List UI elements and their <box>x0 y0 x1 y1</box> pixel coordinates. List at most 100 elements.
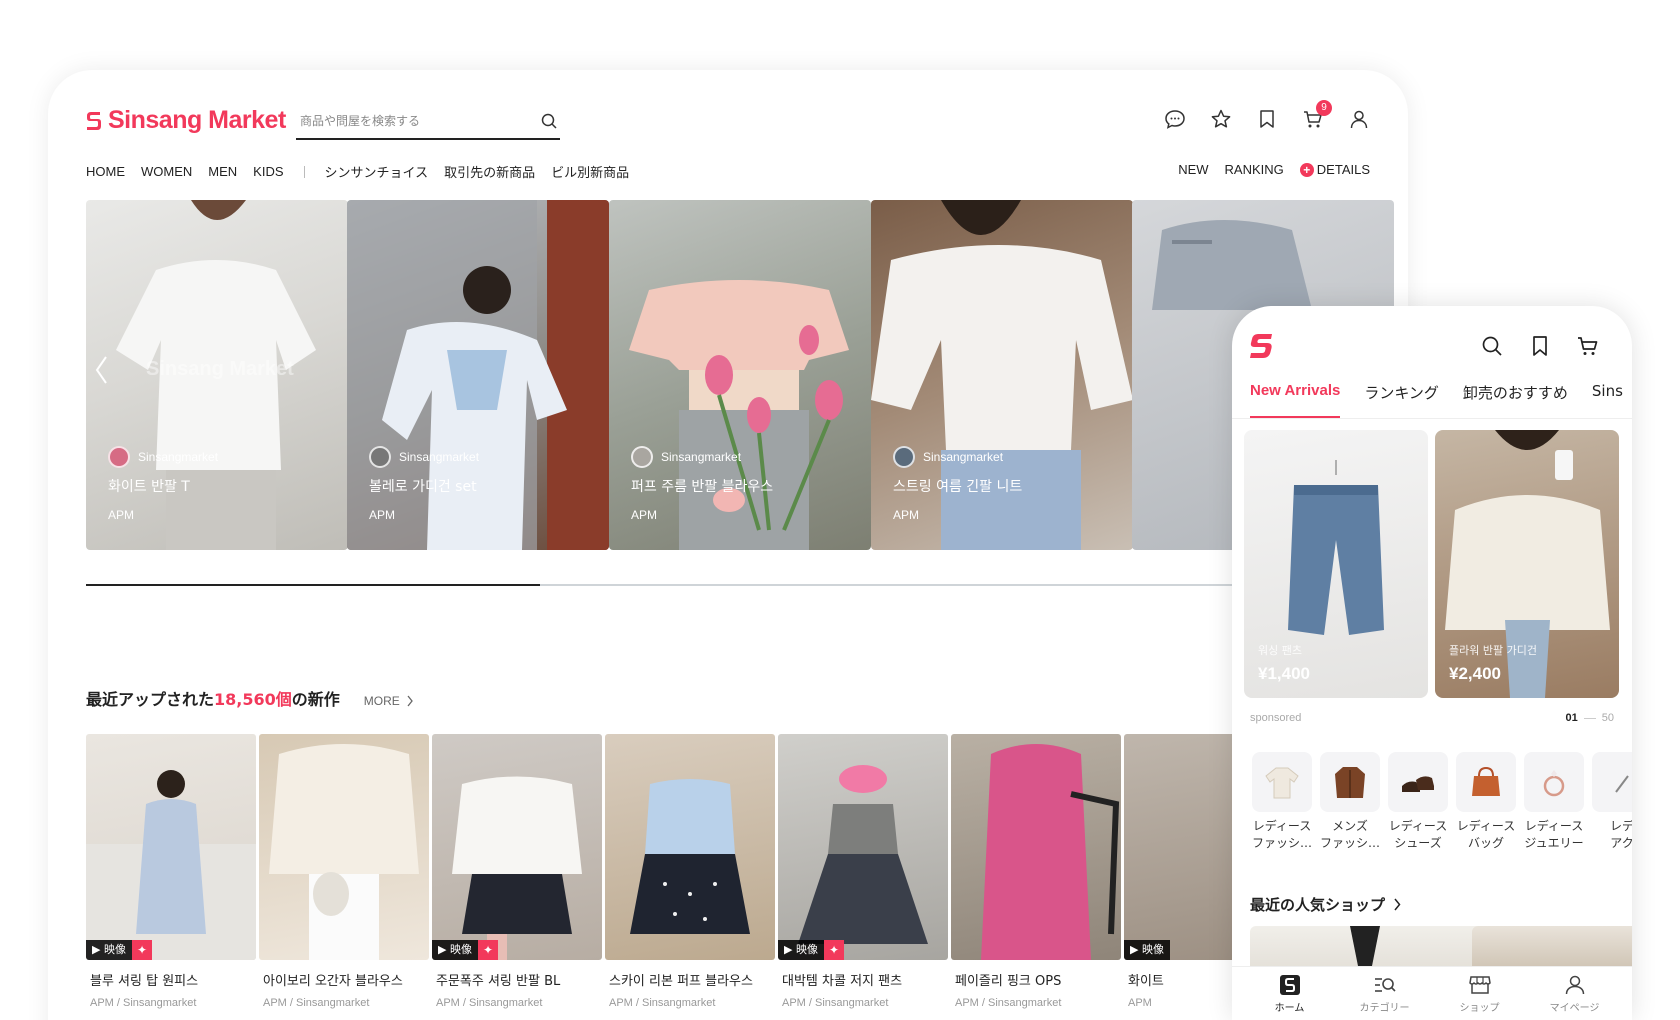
search-icon[interactable] <box>540 112 558 130</box>
chat-icon[interactable] <box>1164 108 1186 130</box>
cart-icon[interactable] <box>1576 334 1600 358</box>
product-seller: APM / Sinsangmarket <box>436 997 543 1009</box>
category-item[interactable]: レディース シューズ <box>1386 752 1450 852</box>
watermark: Sinsang Market <box>146 358 294 380</box>
product-card[interactable]: 스카이 리본 퍼프 블라우스 APM / Sinsangmarket <box>605 734 775 1009</box>
star-icon[interactable] <box>1210 108 1232 130</box>
product-image: ▶ 映像 ✦ <box>86 734 256 960</box>
section-title-count: 18,560個 <box>214 690 292 709</box>
bottom-nav: ホーム カテゴリー ショップ マイページ <box>1232 966 1632 1020</box>
nav-partner-new[interactable]: 取引先の新商品 <box>444 162 535 181</box>
video-label: ▶ 映像 <box>86 940 132 960</box>
product-image <box>951 734 1121 960</box>
carousel-prev-icon[interactable] <box>94 355 108 385</box>
video-badge: ▶ 映像 ✦ <box>86 940 152 960</box>
category-item[interactable]: レディース バッグ <box>1454 752 1518 852</box>
product-name: 주문폭주 셔링 반팔 BL <box>436 974 561 989</box>
mobile-product-card[interactable]: 플라워 반팔 가디건 ¥2,400 <box>1435 430 1619 698</box>
nav-right: NEW RANKING + DETAILS <box>1178 162 1370 177</box>
mobile-product-card[interactable]: 워싱 팬츠 ¥1,400 <box>1244 430 1428 698</box>
bottom-nav-shop[interactable]: ショップ <box>1445 973 1515 1014</box>
tab-sinsang[interactable]: Sins <box>1592 382 1623 418</box>
nav-men[interactable]: MEN <box>208 164 237 179</box>
hero-card[interactable]: Sinsangmarket 볼레로 가디건 set APM <box>347 200 609 550</box>
product-seller: APM / Sinsangmarket <box>609 997 716 1009</box>
product-seller: APM / Sinsangmarket <box>263 997 370 1009</box>
category-item[interactable]: レディース ジュエリー <box>1522 752 1586 852</box>
product-card[interactable]: 아이보리 오간자 블라우스 APM / Sinsangmarket <box>259 734 429 1009</box>
bookmark-icon[interactable] <box>1528 334 1552 358</box>
category-item[interactable]: レデ アク <box>1590 752 1632 852</box>
hero-seller: Sinsangmarket <box>138 450 219 464</box>
video-label-text: 映像 <box>795 943 818 956</box>
search-icon[interactable] <box>1480 334 1504 358</box>
product-card[interactable]: ▶ 映像 ✦ 대박템 차콜 저지 팬츠 APM / Sinsangmarket <box>778 734 948 1009</box>
logo[interactable]: Sinsang Market <box>86 106 286 135</box>
bookmark-icon[interactable] <box>1256 108 1278 130</box>
nav-kids[interactable]: KIDS <box>253 164 283 179</box>
video-label: ▶ 映像 <box>432 940 478 960</box>
logo-mark-icon[interactable] <box>1250 332 1274 362</box>
category-label-1: レディース <box>1388 819 1448 833</box>
category-item[interactable]: メンズ ファッシ… <box>1318 752 1382 852</box>
hero-card[interactable]: Sinsang Market Sinsangmarket 화이트 반팔 T AP… <box>86 200 348 550</box>
bottom-nav-mypage[interactable]: マイページ <box>1540 973 1610 1014</box>
section-title: 最近アップされた18,560個の新作 <box>86 686 340 710</box>
video-badge: ▶ 映像 ✦ <box>778 940 844 960</box>
bottom-nav-label: ショップ <box>1459 1003 1500 1014</box>
category-label-2: ファッシ… <box>1251 836 1312 850</box>
category-item[interactable]: レディース ファッシ… <box>1250 752 1314 852</box>
hero-sub: APM <box>369 508 396 522</box>
pager-total: 50 <box>1601 712 1614 724</box>
category-label-1: レディース <box>1524 819 1584 833</box>
mobile-tabs: New Arrivals ランキング 卸売のおすすめ Sins <box>1250 382 1632 418</box>
bottom-nav-category[interactable]: カテゴリー <box>1350 973 1420 1014</box>
hero-title: 화이트 반팔 T <box>108 479 190 495</box>
search-bar[interactable] <box>296 106 560 140</box>
mobile-header-icons <box>1480 334 1600 358</box>
popular-shops-header[interactable]: 最近の人気ショップ <box>1250 894 1401 915</box>
accessory-icon <box>1592 752 1632 812</box>
category-label-1: レディース <box>1456 819 1516 833</box>
product-image <box>605 734 775 960</box>
hero-card[interactable]: Sinsangmarket 퍼프 주름 반팔 블라우스 APM <box>609 200 871 550</box>
nav-new[interactable]: NEW <box>1178 162 1208 177</box>
category-label-1: メンズ <box>1332 819 1368 833</box>
product-card[interactable]: ▶ 映像 ✦ 블루 셔링 탑 원피스 APM / Sinsangmarket <box>86 734 256 1009</box>
nav-sinsang-choice[interactable]: シンサンチョイス <box>325 162 429 181</box>
category-label-2: シューズ <box>1394 836 1442 850</box>
avatar <box>631 446 653 468</box>
nav-women[interactable]: WOMEN <box>141 164 192 179</box>
product-card[interactable]: 페이즐리 핑크 OPS APM / Sinsangmarket <box>951 734 1121 1009</box>
product-price: ¥1,400 <box>1258 664 1310 683</box>
chevron-right-icon <box>407 695 413 707</box>
popular-shops-title: 最近の人気ショップ <box>1250 896 1386 914</box>
product-image: ▶ 映像 ✦ <box>432 734 602 960</box>
nav-divider <box>303 165 305 178</box>
more-link[interactable]: MORE <box>364 694 414 708</box>
nav-home[interactable]: HOME <box>86 164 125 179</box>
user-icon[interactable] <box>1348 108 1370 130</box>
hero-sub: APM <box>108 508 135 522</box>
video-badge: ▶ 映像 <box>1124 940 1170 960</box>
search-input[interactable] <box>300 106 520 136</box>
nav-building-new[interactable]: ビル別新商品 <box>551 162 629 181</box>
cart-count-badge: 9 <box>1316 100 1332 116</box>
hero-title: 스트링 여름 긴팔 니트 <box>893 479 1023 495</box>
section-title-pre: 最近アップされた <box>86 690 215 709</box>
hero-card[interactable]: Sinsangmarket 스트링 여름 긴팔 니트 APM <box>871 200 1133 550</box>
product-info: 워싱 팬츠 ¥1,400 <box>1258 642 1310 684</box>
cart-button[interactable]: 9 <box>1302 100 1332 130</box>
desktop-window: Sinsang Market 9 HOME WOMEN ME <box>48 70 1408 1020</box>
nav-ranking[interactable]: RANKING <box>1225 162 1284 177</box>
nav-details[interactable]: + DETAILS <box>1299 162 1370 177</box>
tab-ranking[interactable]: ランキング <box>1364 382 1439 418</box>
product-card[interactable]: ▶ 映像 ✦ 주문폭주 셔링 반팔 BL APM / Sinsangmarket <box>432 734 602 1009</box>
product-name: 스카이 리본 퍼프 블라우스 <box>609 974 753 989</box>
chevron-right-icon <box>1394 898 1401 911</box>
mobile-window: New Arrivals ランキング 卸売のおすすめ Sins 워싱 팬츠 ¥1… <box>1232 306 1632 1020</box>
bottom-nav-home[interactable]: ホーム <box>1255 973 1325 1014</box>
video-label-text: 映像 <box>103 943 126 956</box>
tab-wholesale-picks[interactable]: 卸売のおすすめ <box>1463 382 1568 418</box>
tab-new-arrivals[interactable]: New Arrivals <box>1250 382 1341 418</box>
